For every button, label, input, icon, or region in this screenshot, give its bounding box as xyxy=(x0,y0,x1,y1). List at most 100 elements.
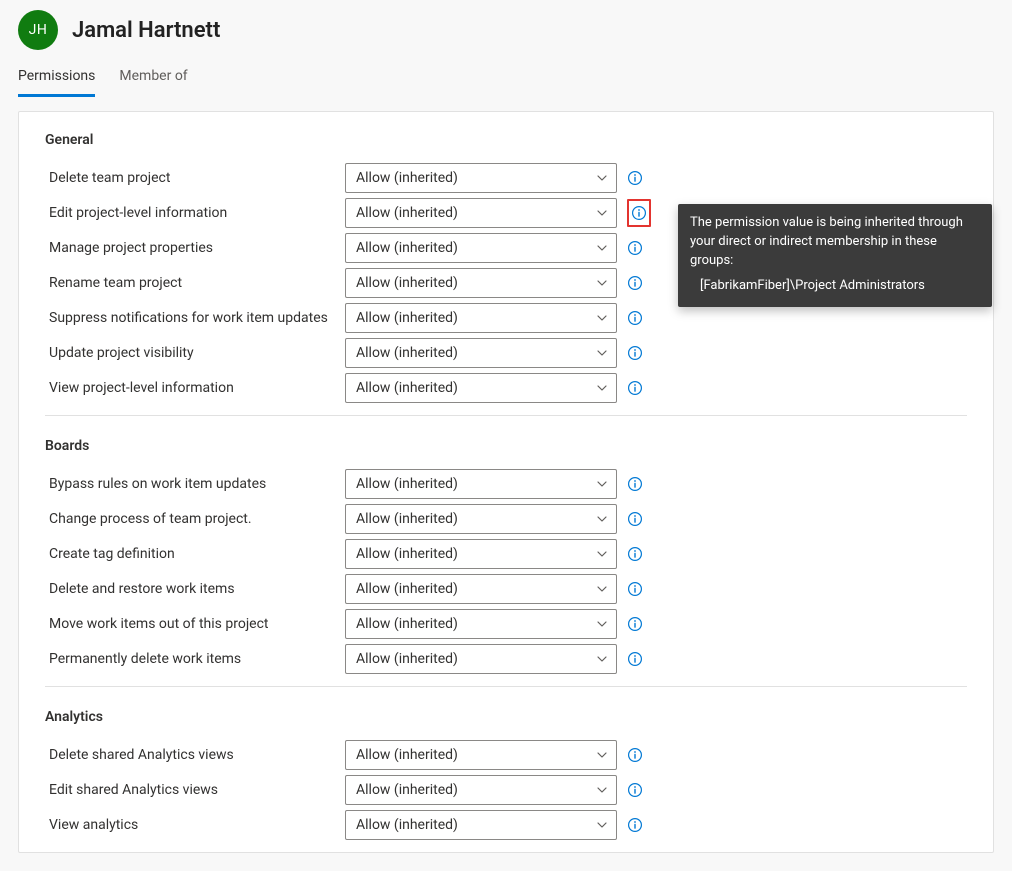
permission-value: Allow (inherited) xyxy=(356,476,458,492)
permission-value: Allow (inherited) xyxy=(356,817,458,833)
permission-row: Delete team project Allow (inherited) xyxy=(45,160,967,195)
permission-select[interactable]: Allow (inherited) xyxy=(345,373,617,403)
permission-select[interactable]: Allow (inherited) xyxy=(345,644,617,674)
permission-row: Change process of team project. Allow (in… xyxy=(45,501,967,536)
permission-label: Suppress notifications for work item upd… xyxy=(45,310,345,326)
permission-label: Update project visibility xyxy=(45,345,345,361)
permission-label: Bypass rules on work item updates xyxy=(45,476,345,492)
permission-select[interactable]: Allow (inherited) xyxy=(345,504,617,534)
permission-label: Edit project-level information xyxy=(45,205,345,221)
permission-select[interactable]: Allow (inherited) xyxy=(345,574,617,604)
tab-permissions[interactable]: Permissions xyxy=(18,68,95,97)
divider xyxy=(45,415,967,416)
section-title: Boards xyxy=(45,438,967,454)
permission-label: Delete team project xyxy=(45,170,345,186)
permission-value: Allow (inherited) xyxy=(356,170,458,186)
section-analytics: AnalyticsDelete shared Analytics viewsAl… xyxy=(45,709,967,842)
permission-select[interactable]: Allow (inherited) xyxy=(345,609,617,639)
info-tooltip: The permission value is being inherited … xyxy=(678,204,992,307)
chevron-down-icon xyxy=(596,784,608,796)
info-icon[interactable] xyxy=(627,546,643,562)
chevron-down-icon xyxy=(596,242,608,254)
chevron-down-icon xyxy=(596,172,608,184)
chevron-down-icon xyxy=(596,207,608,219)
info-icon[interactable] xyxy=(627,616,643,632)
info-icon[interactable] xyxy=(627,581,643,597)
permission-value: Allow (inherited) xyxy=(356,380,458,396)
info-icon[interactable] xyxy=(627,345,643,361)
user-name: Jamal Hartnett xyxy=(72,18,220,43)
info-icon[interactable] xyxy=(627,310,643,326)
permission-label: Rename team project xyxy=(45,275,345,291)
chevron-down-icon xyxy=(596,277,608,289)
info-icon[interactable] xyxy=(627,651,643,667)
info-icon[interactable] xyxy=(627,782,643,798)
permission-value: Allow (inherited) xyxy=(356,205,458,221)
permission-select[interactable]: Allow (inherited) xyxy=(345,163,617,193)
permission-select[interactable]: Allow (inherited) xyxy=(345,233,617,263)
chevron-down-icon xyxy=(596,583,608,595)
permission-select[interactable]: Allow (inherited) xyxy=(345,539,617,569)
permission-label: View project-level information xyxy=(45,380,345,396)
chevron-down-icon xyxy=(596,478,608,490)
permission-select[interactable]: Allow (inherited) xyxy=(345,740,617,770)
info-icon[interactable] xyxy=(627,747,643,763)
permission-label: View analytics xyxy=(45,817,345,833)
permission-value: Allow (inherited) xyxy=(356,310,458,326)
section-title: Analytics xyxy=(45,709,967,725)
permission-select[interactable]: Allow (inherited) xyxy=(345,198,617,228)
user-header: JH Jamal Hartnett xyxy=(0,0,1012,50)
permission-row: Permanently delete work items Allow (inhe… xyxy=(45,641,967,676)
section-boards: Boards Bypass rules on work item updates A… xyxy=(45,438,967,687)
permission-value: Allow (inherited) xyxy=(356,546,458,562)
permission-value: Allow (inherited) xyxy=(356,747,458,763)
permission-label: Delete shared Analytics views xyxy=(45,747,345,763)
permission-row: Move work items out of this projectAllow… xyxy=(45,606,967,641)
tabs: Permissions Member of xyxy=(0,50,1012,97)
tooltip-text: The permission value is being inherited … xyxy=(690,214,980,271)
info-icon[interactable] xyxy=(627,380,643,396)
permission-label: Delete and restore work items xyxy=(45,581,345,597)
permission-label: Edit shared Analytics views xyxy=(45,782,345,798)
info-icon[interactable] xyxy=(627,817,643,833)
chevron-down-icon xyxy=(596,347,608,359)
chevron-down-icon xyxy=(596,819,608,831)
chevron-down-icon xyxy=(596,513,608,525)
chevron-down-icon xyxy=(596,653,608,665)
avatar: JH xyxy=(18,10,58,50)
permission-value: Allow (inherited) xyxy=(356,581,458,597)
permission-label: Permanently delete work items xyxy=(45,651,345,667)
info-icon[interactable] xyxy=(627,199,651,227)
permission-value: Allow (inherited) xyxy=(356,511,458,527)
permission-row: Update project visibility Allow (inherite… xyxy=(45,335,967,370)
permission-select[interactable]: Allow (inherited) xyxy=(345,268,617,298)
info-icon[interactable] xyxy=(627,476,643,492)
permission-row: Delete shared Analytics views Allow (inhe… xyxy=(45,737,967,772)
info-icon[interactable] xyxy=(627,511,643,527)
info-icon[interactable] xyxy=(627,170,643,186)
permission-label: Manage project properties xyxy=(45,240,345,256)
tab-member-of[interactable]: Member of xyxy=(119,68,187,97)
permission-label: Create tag definition xyxy=(45,546,345,562)
chevron-down-icon xyxy=(596,382,608,394)
permission-value: Allow (inherited) xyxy=(356,345,458,361)
divider xyxy=(45,686,967,687)
permission-list: Bypass rules on work item updates Allow (… xyxy=(45,466,967,676)
permission-select[interactable]: Allow (inherited) xyxy=(345,810,617,840)
permission-row: Delete and restore work items Allow (inhe… xyxy=(45,571,967,606)
info-icon[interactable] xyxy=(627,240,643,256)
chevron-down-icon xyxy=(596,548,608,560)
permission-select[interactable]: Allow (inherited) xyxy=(345,469,617,499)
chevron-down-icon xyxy=(596,618,608,630)
chevron-down-icon xyxy=(596,749,608,761)
permission-row: View analytics Allow (inherited) xyxy=(45,807,967,842)
permission-row: Create tag definition Allow (inherited) xyxy=(45,536,967,571)
info-icon[interactable] xyxy=(627,275,643,291)
permission-select[interactable]: Allow (inherited) xyxy=(345,775,617,805)
permission-select[interactable]: Allow (inherited) xyxy=(345,338,617,368)
permission-value: Allow (inherited) xyxy=(356,651,458,667)
permission-label: Change process of team project. xyxy=(45,511,345,527)
permission-value: Allow (inherited) xyxy=(356,616,458,632)
permission-select[interactable]: Allow (inherited) xyxy=(345,303,617,333)
section-title: General xyxy=(45,132,967,148)
